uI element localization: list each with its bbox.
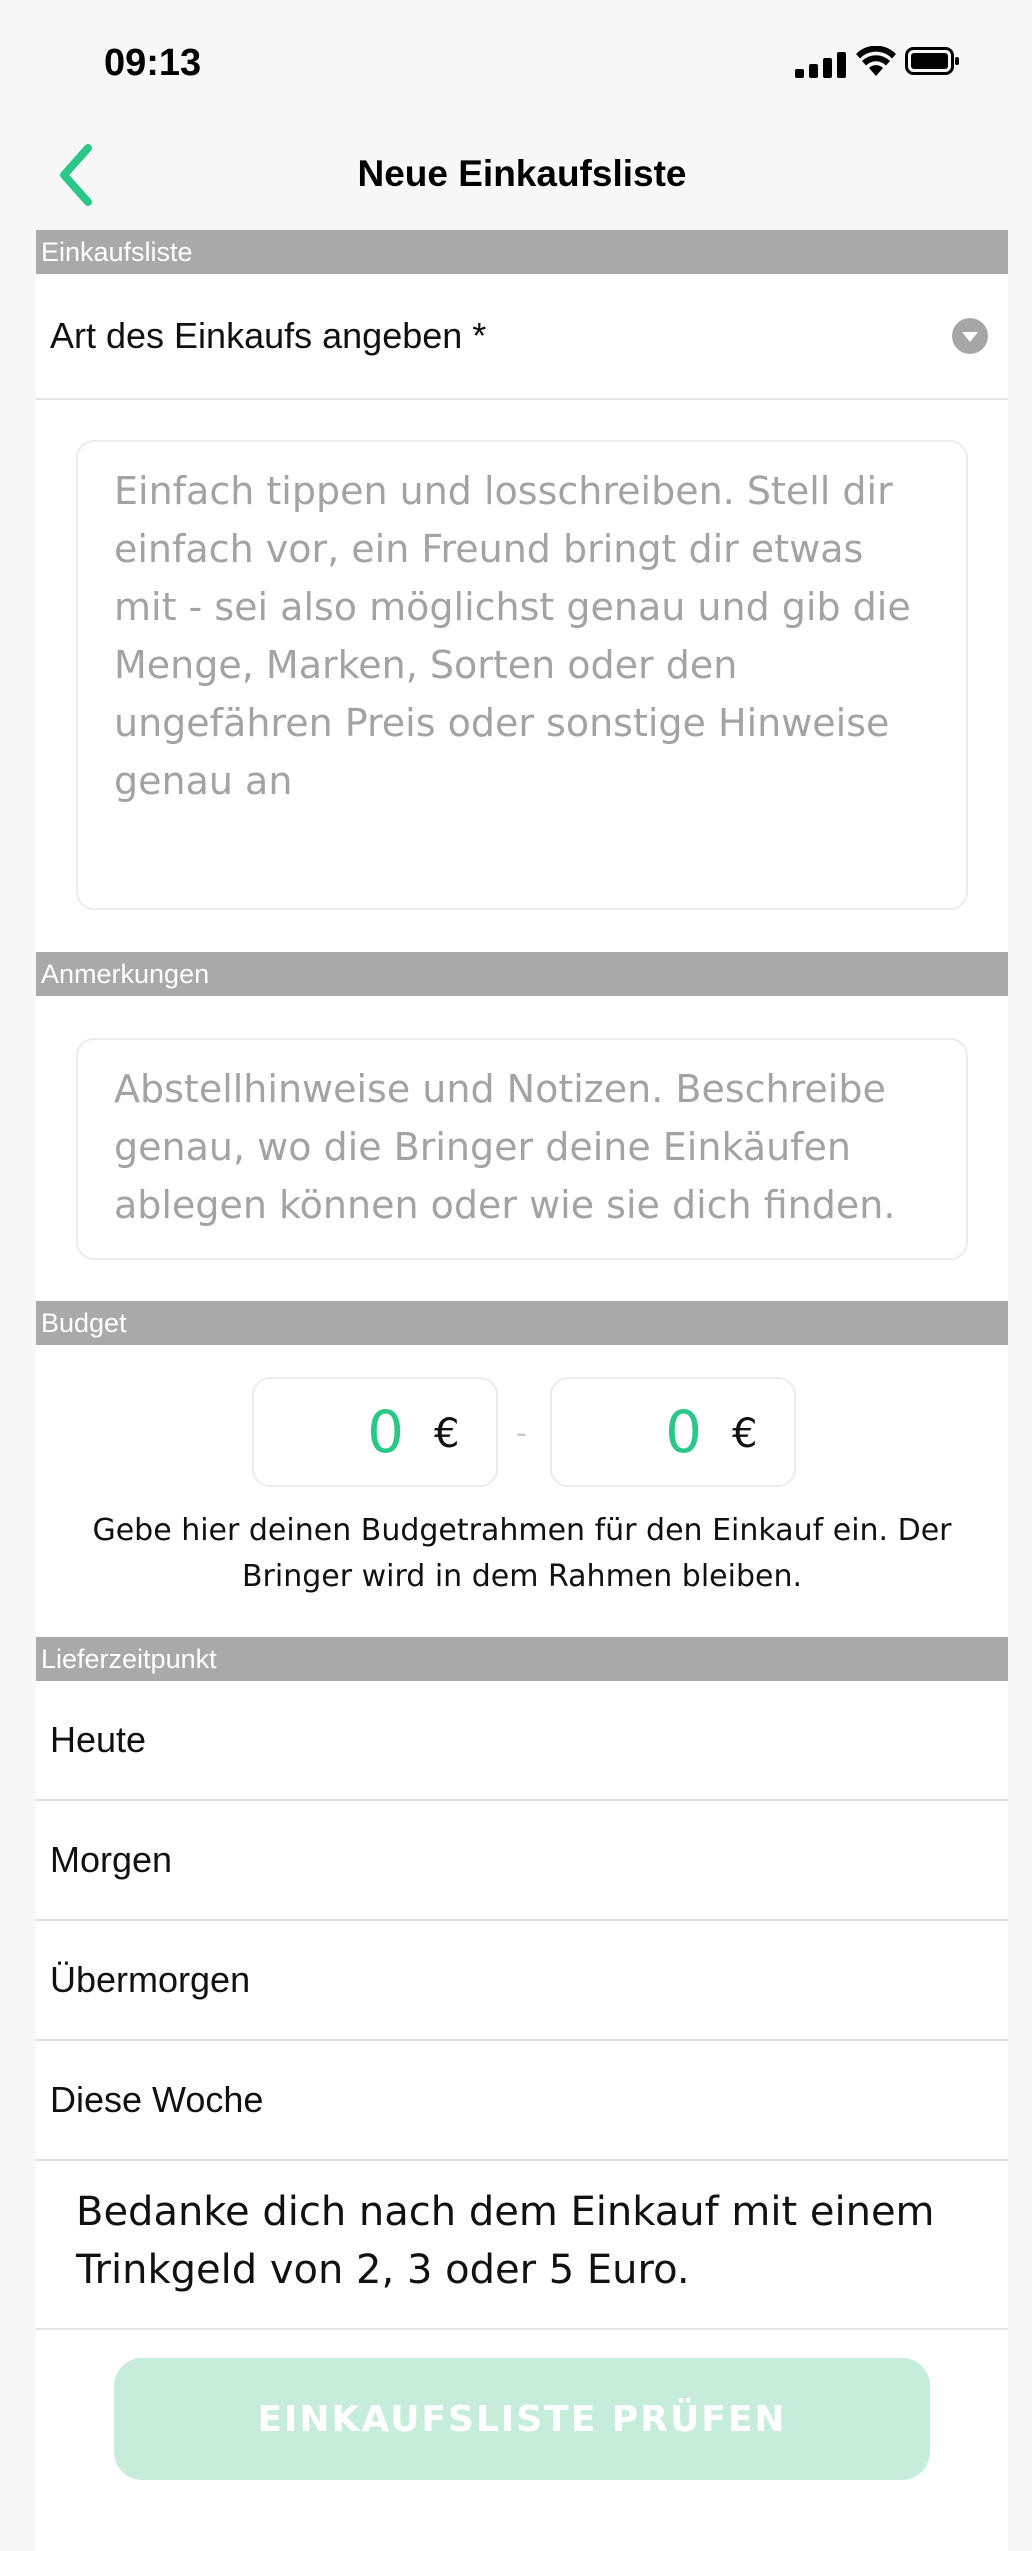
delivery-option-this-week[interactable]: Diese Woche [36,2041,1008,2161]
delivery-option-day-after[interactable]: Übermorgen [36,1921,1008,2041]
shopping-list-box [76,440,968,910]
section-header-lieferzeitpunkt: Lieferzeitpunkt [36,1637,1008,1681]
chevron-down-circle-icon [952,318,988,354]
notes-input[interactable] [78,1040,966,1258]
check-list-button[interactable]: EINKAUFSLISTE PRÜFEN [114,2358,930,2480]
delivery-option-label: Morgen [50,1839,173,1880]
delivery-option-label: Diese Woche [50,2079,264,2120]
status-bar: 09:13 [0,0,1032,125]
shopping-type-label: Art des Einkaufs angeben * [50,315,487,356]
wifi-icon [856,46,896,76]
section-header-anmerkungen: Anmerkungen [36,952,1008,996]
delivery-option-label: Heute [50,1719,147,1760]
budget-min-input[interactable] [254,1379,404,1485]
budget-hint: Gebe hier deinen Budgetrahmen für den Ei… [92,1513,952,1594]
delivery-option-label: Übermorgen [50,1959,251,2000]
app-screen: 09:13 Neue Einkaufsliste Einkaufsliste A… [0,0,1032,2551]
battery-icon [905,47,959,75]
budget-separator: - [516,1416,527,1451]
section-header-budget: Budget [36,1301,1008,1345]
budget-min-field: € [252,1377,498,1487]
status-time: 09:13 [104,42,202,84]
section-header-einkaufsliste: Einkaufsliste [36,230,1008,274]
budget-min-currency: € [434,1411,460,1457]
form-content: Einkaufsliste Art des Einkaufs angeben *… [36,230,1008,2551]
navigation-bar: Neue Einkaufsliste [36,125,1008,230]
budget-max-input[interactable] [552,1379,702,1485]
tip-text: Bedanke dich nach dem Einkauf mit einem … [76,2189,935,2293]
budget-max-currency: € [732,1411,758,1457]
delivery-option-today[interactable]: Heute [36,1681,1008,1801]
shopping-list-input[interactable] [78,442,966,908]
shopping-type-select[interactable]: Art des Einkaufs angeben * [36,274,1008,400]
budget-max-field: € [550,1377,796,1487]
page-title: Neue Einkaufsliste [357,153,687,194]
delivery-option-tomorrow[interactable]: Morgen [36,1801,1008,1921]
divider [36,2328,1008,2330]
cellular-signal-icon [795,52,846,78]
notes-box [76,1038,968,1260]
